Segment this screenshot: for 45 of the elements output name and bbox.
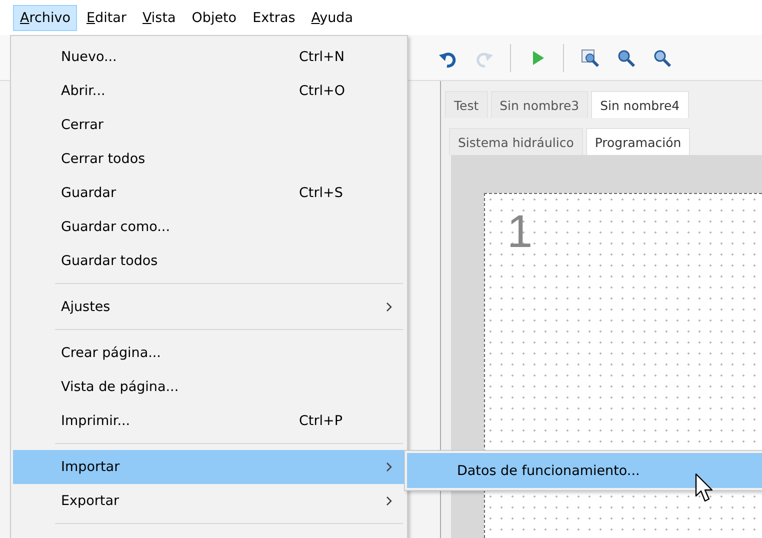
menu-item[interactable]: Importar	[13, 450, 405, 484]
menu-item[interactable]: Ajustes	[13, 290, 405, 324]
document-tab[interactable]: Sin nombre3	[490, 91, 588, 118]
menu-item-label: Importar	[61, 459, 121, 475]
shortcut-text: Ctrl+N	[299, 49, 346, 65]
menu-item[interactable]: Vista de página...	[13, 370, 405, 404]
menu-item[interactable]: Abrir... Ctrl+O	[13, 74, 405, 108]
menu-item-label: Crear página...	[61, 345, 162, 361]
zoom-icon	[580, 48, 600, 68]
menu-item-label: Guardar	[61, 185, 117, 201]
menu-item-label: Nuevo...	[61, 49, 118, 65]
menu-item[interactable]: Imprimir... Ctrl+P	[13, 404, 405, 438]
menu-item-label: Abrir...	[61, 83, 106, 99]
document-tab[interactable]: Sin nombre4	[591, 91, 689, 118]
menu-item[interactable]: Guardar Ctrl+S	[13, 176, 405, 210]
menu-item[interactable]: Exportar	[13, 484, 405, 518]
menu-item[interactable]: Cerrar todos	[13, 142, 405, 176]
menu-bar-item[interactable]: Extras	[246, 4, 302, 30]
menu-bar-item[interactable]: Ayuda	[304, 4, 360, 30]
menu-bar-item[interactable]: Objeto	[184, 4, 244, 30]
menu-item[interactable]: Guardar todos	[13, 244, 405, 278]
view-tab[interactable]: Sistema hidráulico	[449, 128, 583, 155]
menu-item[interactable]: Datos de funcionamiento...	[407, 453, 762, 488]
menu-item-label: Cerrar todos	[61, 151, 146, 167]
menu-item-label: Ajustes	[61, 299, 112, 315]
menu-item[interactable]: Cerrar	[13, 108, 405, 142]
zoom-out-icon	[652, 48, 672, 68]
view-tab[interactable]: Programación	[586, 128, 690, 155]
shortcut-text: Ctrl+S	[299, 185, 344, 201]
menu-item-label: Guardar todos	[61, 253, 159, 269]
menu-item-label: Imprimir...	[61, 413, 132, 429]
menu-item-label: Cerrar	[61, 117, 104, 133]
menu-bar-item[interactable]: Vista	[135, 4, 183, 30]
document-tab[interactable]: Test	[445, 91, 488, 118]
menu-item-label: Guardar como...	[61, 219, 172, 235]
menu-item-label: Vista de página...	[61, 379, 180, 395]
menu-bar-item[interactable]: Editar	[79, 4, 134, 30]
page-number: 1	[507, 205, 533, 257]
shortcut-text: Ctrl+P	[299, 413, 344, 429]
shortcut-text: Ctrl+O	[299, 83, 346, 99]
menu-bar-item[interactable]: Archivo	[13, 4, 78, 30]
menu-item[interactable]: Crear página...	[13, 336, 405, 370]
menu-item[interactable]: Guardar como...	[13, 210, 405, 244]
menu-item-label: Exportar	[61, 493, 120, 509]
zoom-in-icon	[616, 48, 636, 68]
